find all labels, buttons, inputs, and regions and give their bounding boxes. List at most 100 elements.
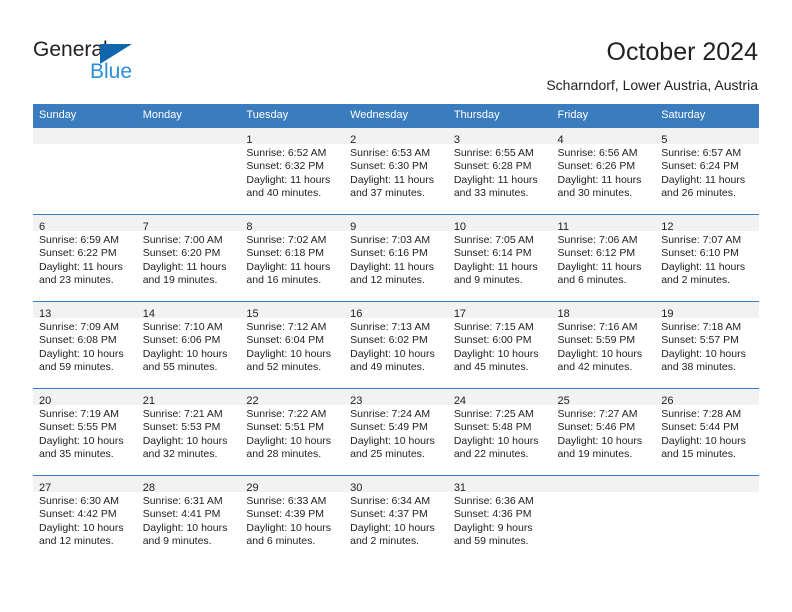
daylight-text-line2: and 2 minutes. [661, 274, 731, 287]
day-number: 16 [350, 308, 363, 320]
sunset-text: Sunset: 6:32 PM [246, 160, 325, 173]
day-number-band: 1 [240, 128, 345, 146]
sunrise-text: Sunrise: 7:24 AM [350, 408, 431, 420]
calendar-day-cell[interactable]: 1 Sunrise: 6:52 AM Sunset: 6:32 PM Daylight… [240, 127, 345, 215]
calendar-day-cell-empty [551, 475, 656, 562]
sunset-text: Sunset: 4:37 PM [350, 508, 428, 521]
day-number: 1 [246, 134, 253, 146]
sunrise-text: Sunrise: 7:12 AM [246, 321, 327, 333]
calendar-day-cell[interactable]: 26 Sunrise: 7:28 AM Sunset: 5:44 PM Dayligh… [655, 388, 759, 476]
calendar-day-cell[interactable]: 14 Sunrise: 7:10 AM Sunset: 6:06 PM Dayligh… [136, 301, 241, 389]
daylight-text-line1: Daylight: 10 hours [557, 347, 643, 360]
calendar-day-cell[interactable]: 2 Sunrise: 6:53 AM Sunset: 6:30 PM Daylight… [344, 127, 448, 215]
calendar-week-row: 1 Sunrise: 6:52 AM Sunset: 6:32 PM Daylight… [33, 127, 759, 215]
daylight-text-line2: and 59 minutes. [453, 535, 529, 548]
day-number-band: 14 [136, 302, 241, 320]
daylight-text-line1: Daylight: 11 hours [246, 173, 331, 186]
day-number-band: 30 [344, 476, 448, 494]
sunset-text: Sunset: 6:06 PM [142, 334, 221, 347]
calendar-day-cell[interactable]: 20 Sunrise: 7:19 AM Sunset: 5:55 PM Dayligh… [33, 388, 137, 476]
calendar-day-cell[interactable]: 25 Sunrise: 7:27 AM Sunset: 5:46 PM Dayligh… [551, 388, 656, 476]
calendar-day-cell[interactable]: 9 Sunrise: 7:03 AM Sunset: 6:16 PM Daylight… [344, 214, 448, 302]
sunset-text: Sunset: 6:22 PM [39, 247, 117, 260]
calendar-day-cell[interactable]: 13 Sunrise: 7:09 AM Sunset: 6:08 PM Dayligh… [33, 301, 137, 389]
day-number-band: 24 [447, 389, 552, 407]
daylight-text-line2: and 55 minutes. [142, 361, 218, 374]
calendar-day-cell[interactable]: 18 Sunrise: 7:16 AM Sunset: 5:59 PM Dayligh… [551, 301, 656, 389]
sunrise-text: Sunrise: 7:10 AM [142, 321, 223, 333]
day-number: 2 [350, 134, 357, 146]
day-cell-body: Sunrise: 6:30 AM Sunset: 4:42 PM Daylight:… [33, 492, 137, 549]
day-number-band: 11 [551, 215, 656, 233]
calendar-day-cell[interactable]: 22 Sunrise: 7:22 AM Sunset: 5:51 PM Dayligh… [240, 388, 345, 476]
calendar-grid: Sunday Monday Tuesday Wednesday Thursday… [33, 104, 759, 562]
day-cell-body: Sunrise: 7:27 AM Sunset: 5:46 PM Daylight:… [552, 405, 656, 462]
calendar-day-cell[interactable]: 29 Sunrise: 6:33 AM Sunset: 4:39 PM Dayligh… [240, 475, 345, 562]
day-cell-body: Sunrise: 6:53 AM Sunset: 6:30 PM Daylight:… [344, 144, 448, 201]
sunset-text: Sunset: 5:44 PM [661, 421, 739, 434]
daylight-text-line2: and 6 minutes. [557, 274, 627, 287]
day-number: 24 [453, 395, 467, 407]
calendar-day-cell[interactable]: 10 Sunrise: 7:05 AM Sunset: 6:14 PM Dayligh… [447, 214, 552, 302]
day-number-band: 16 [344, 302, 448, 320]
daylight-text-line1: Daylight: 11 hours [246, 260, 331, 273]
daylight-text-line1: Daylight: 10 hours [142, 521, 228, 534]
daylight-text-line2: and 37 minutes. [350, 187, 425, 200]
daylight-text-line1: Daylight: 10 hours [453, 347, 539, 360]
day-cell-body: Sunrise: 7:13 AM Sunset: 6:02 PM Daylight:… [344, 318, 448, 375]
calendar-day-cell[interactable]: 4 Sunrise: 6:56 AM Sunset: 6:26 PM Daylight… [551, 127, 656, 215]
day-cell-body: Sunrise: 6:59 AM Sunset: 6:22 PM Daylight:… [33, 231, 137, 288]
sunrise-text: Sunrise: 6:36 AM [453, 495, 534, 507]
sunset-text: Sunset: 4:39 PM [246, 508, 325, 521]
daylight-text-line1: Daylight: 10 hours [142, 434, 228, 447]
day-number-band: 31 [447, 476, 552, 494]
day-number: 27 [39, 482, 52, 494]
daylight-text-line1: Daylight: 10 hours [142, 347, 228, 360]
sunrise-text: Sunrise: 6:56 AM [557, 147, 638, 159]
day-cell-body: Sunrise: 6:36 AM Sunset: 4:36 PM Daylight:… [448, 492, 552, 549]
calendar-day-cell[interactable]: 19 Sunrise: 7:18 AM Sunset: 5:57 PM Dayligh… [655, 301, 759, 389]
day-cell-body: Sunrise: 6:57 AM Sunset: 6:24 PM Daylight:… [655, 144, 759, 201]
sunset-text: Sunset: 6:16 PM [350, 247, 428, 260]
calendar-day-cell[interactable]: 11 Sunrise: 7:06 AM Sunset: 6:12 PM Dayligh… [551, 214, 656, 302]
calendar-day-cell[interactable]: 3 Sunrise: 6:55 AM Sunset: 6:28 PM Daylight… [447, 127, 552, 215]
sunrise-text: Sunrise: 7:02 AM [246, 234, 327, 246]
daylight-text-line2: and 22 minutes. [453, 448, 529, 461]
daylight-text-line2: and 23 minutes. [39, 274, 114, 287]
sunset-text: Sunset: 6:18 PM [246, 247, 325, 260]
location-subtitle: Scharndorf, Lower Austria, Austria [546, 77, 758, 93]
calendar-day-cell[interactable]: 15 Sunrise: 7:12 AM Sunset: 6:04 PM Dayligh… [240, 301, 345, 389]
calendar-day-cell[interactable]: 30 Sunrise: 6:34 AM Sunset: 4:37 PM Dayligh… [344, 475, 448, 562]
calendar-day-cell[interactable]: 16 Sunrise: 7:13 AM Sunset: 6:02 PM Dayligh… [344, 301, 448, 389]
calendar-day-cell[interactable]: 31 Sunrise: 6:36 AM Sunset: 4:36 PM Dayligh… [447, 475, 552, 562]
day-number: 14 [142, 308, 155, 320]
day-number: 5 [661, 134, 668, 146]
day-number-band: 6 [33, 215, 137, 233]
calendar-day-cell[interactable]: 7 Sunrise: 7:00 AM Sunset: 6:20 PM Daylight… [136, 214, 241, 302]
sunrise-text: Sunrise: 6:34 AM [350, 495, 431, 507]
day-number-band: 9 [344, 215, 448, 233]
sunset-text: Sunset: 4:42 PM [39, 508, 117, 521]
day-number: 20 [39, 395, 52, 407]
calendar-day-cell[interactable]: 8 Sunrise: 7:02 AM Sunset: 6:18 PM Daylight… [240, 214, 345, 302]
sunrise-text: Sunrise: 6:53 AM [350, 147, 431, 159]
daylight-text-line2: and 35 minutes. [39, 448, 114, 461]
calendar-day-cell[interactable]: 12 Sunrise: 7:07 AM Sunset: 6:10 PM Dayligh… [655, 214, 759, 302]
calendar-day-cell[interactable]: 21 Sunrise: 7:21 AM Sunset: 5:53 PM Dayligh… [136, 388, 241, 476]
calendar-day-cell[interactable]: 27 Sunrise: 6:30 AM Sunset: 4:42 PM Dayligh… [33, 475, 137, 562]
daylight-text-line2: and 33 minutes. [453, 187, 529, 200]
calendar-day-cell[interactable]: 17 Sunrise: 7:15 AM Sunset: 6:00 PM Dayligh… [447, 301, 552, 389]
day-number: 8 [246, 221, 253, 233]
calendar-day-cell[interactable]: 6 Sunrise: 6:59 AM Sunset: 6:22 PM Daylight… [33, 214, 137, 302]
daylight-text-line1: Daylight: 11 hours [557, 260, 642, 273]
sunset-text: Sunset: 4:36 PM [453, 508, 532, 521]
daylight-text-line1: Daylight: 10 hours [246, 521, 332, 534]
calendar-day-cell[interactable]: 5 Sunrise: 6:57 AM Sunset: 6:24 PM Daylight… [655, 127, 759, 215]
sunset-text: Sunset: 5:57 PM [661, 334, 739, 347]
day-number-band: 21 [136, 389, 241, 407]
calendar-day-cell[interactable]: 28 Sunrise: 6:31 AM Sunset: 4:41 PM Dayligh… [136, 475, 241, 562]
calendar-day-cell[interactable]: 23 Sunrise: 7:24 AM Sunset: 5:49 PM Dayligh… [344, 388, 448, 476]
calendar-day-cell[interactable]: 24 Sunrise: 7:25 AM Sunset: 5:48 PM Dayligh… [447, 388, 552, 476]
daylight-text-line1: Daylight: 10 hours [453, 434, 539, 447]
weekday-header-monday: Monday [136, 104, 241, 128]
